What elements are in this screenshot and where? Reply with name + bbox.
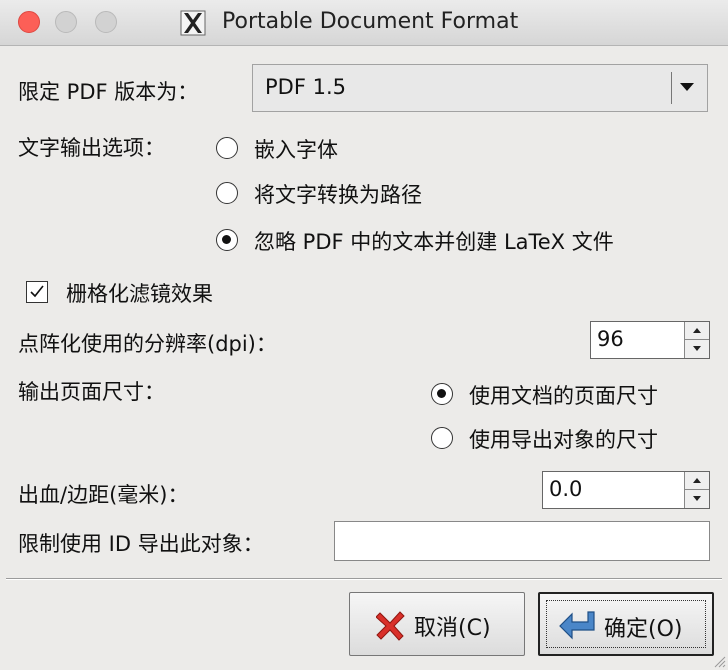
red-x-icon bbox=[376, 611, 405, 641]
ok-button[interactable]: 确定(O) bbox=[538, 592, 714, 656]
close-window-button[interactable] bbox=[18, 11, 40, 33]
dropdown-arrow[interactable] bbox=[671, 72, 701, 104]
caret-up-icon bbox=[693, 328, 701, 333]
bleed-label: 出血/边距(毫米)： bbox=[18, 483, 189, 507]
bleed-spinbox[interactable]: 0.0 bbox=[542, 471, 710, 509]
caret-down-icon bbox=[693, 496, 701, 501]
radio-button[interactable] bbox=[431, 427, 453, 449]
radio-label: 嵌入字体 bbox=[254, 138, 338, 162]
spin-up-button[interactable] bbox=[685, 322, 709, 340]
page-size-label: 输出页面尺寸： bbox=[18, 380, 165, 404]
spin-buttons bbox=[684, 322, 709, 358]
caret-down-icon bbox=[693, 346, 701, 351]
radio-button[interactable] bbox=[216, 182, 238, 204]
spin-up-button[interactable] bbox=[685, 472, 709, 490]
export-id-input[interactable] bbox=[334, 521, 710, 561]
rasterize-label: 栅格化滤镜效果 bbox=[66, 282, 213, 306]
radio-document-page-size[interactable]: 使用文档的页面尺寸 bbox=[431, 380, 711, 410]
radio-button-selected[interactable] bbox=[216, 229, 238, 251]
cancel-button-label: 取消(C) bbox=[414, 616, 491, 641]
radio-label: 使用导出对象的尺寸 bbox=[469, 428, 658, 452]
radio-convert-to-paths[interactable]: 将文字转换为路径 bbox=[216, 179, 616, 209]
window-title: Portable Document Format bbox=[222, 9, 519, 34]
minimize-window-button[interactable] bbox=[55, 11, 77, 33]
bleed-value[interactable]: 0.0 bbox=[549, 477, 582, 501]
zoom-window-button[interactable] bbox=[95, 11, 117, 33]
radio-label: 将文字转换为路径 bbox=[254, 183, 422, 207]
version-selected-value: PDF 1.5 bbox=[265, 75, 346, 99]
radio-omit-text-latex[interactable]: 忽略 PDF 中的文本并创建 LaTeX 文件 bbox=[216, 226, 711, 256]
x11-icon bbox=[180, 10, 206, 36]
radio-label: 使用文档的页面尺寸 bbox=[469, 384, 658, 408]
title-bar: Portable Document Format bbox=[0, 0, 728, 46]
separator bbox=[6, 578, 722, 580]
rasterize-checkbox[interactable] bbox=[26, 281, 48, 303]
chevron-down-icon bbox=[680, 83, 694, 91]
resolution-value[interactable]: 96 bbox=[597, 327, 624, 351]
version-select[interactable]: PDF 1.5 bbox=[252, 64, 708, 112]
resize-grip-icon[interactable] bbox=[712, 654, 726, 668]
resolution-label: 点阵化使用的分辨率(dpi)： bbox=[18, 332, 277, 356]
export-id-label: 限制使用 ID 导出此对象： bbox=[18, 532, 264, 556]
cancel-button[interactable]: 取消(C) bbox=[349, 592, 525, 656]
radio-button-selected[interactable] bbox=[431, 383, 453, 405]
spin-down-button[interactable] bbox=[685, 490, 709, 508]
radio-embed-fonts[interactable]: 嵌入字体 bbox=[216, 134, 616, 164]
caret-up-icon bbox=[693, 478, 701, 483]
text-output-label: 文字输出选项： bbox=[18, 136, 165, 160]
resolution-spinbox[interactable]: 96 bbox=[590, 321, 710, 359]
radio-label: 忽略 PDF 中的文本并创建 LaTeX 文件 bbox=[254, 230, 614, 254]
radio-button[interactable] bbox=[216, 137, 238, 159]
ok-button-label: 确定(O) bbox=[604, 617, 683, 642]
checkmark-icon bbox=[30, 285, 44, 298]
spin-down-button[interactable] bbox=[685, 340, 709, 358]
radio-export-object-size[interactable]: 使用导出对象的尺寸 bbox=[431, 424, 711, 454]
version-label: 限定 PDF 版本为： bbox=[18, 80, 199, 104]
return-arrow-icon bbox=[559, 611, 595, 640]
spin-buttons bbox=[684, 472, 709, 508]
